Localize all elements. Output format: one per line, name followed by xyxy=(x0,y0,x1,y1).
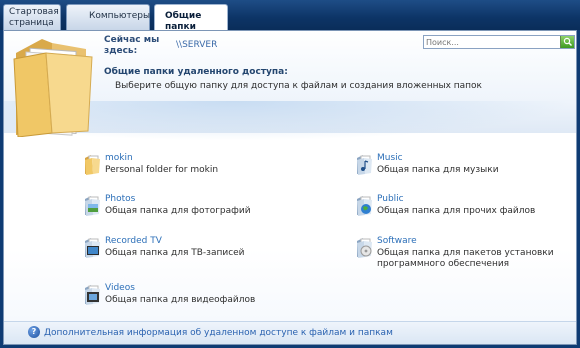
folder-item-software[interactable]: Software Общая папка для пакетов установ… xyxy=(356,236,566,272)
folder-name: Videos xyxy=(105,283,135,293)
folder-description: Общая папка для музыки xyxy=(377,165,499,175)
help-icon[interactable]: ? xyxy=(28,326,40,338)
folder-item-mokin[interactable]: mokin Personal folder for mokin xyxy=(84,153,284,189)
folder-name: Music xyxy=(377,153,403,163)
tv-folder-icon xyxy=(85,238,100,258)
folder-description: Personal folder for mokin xyxy=(105,165,219,175)
search-icon xyxy=(563,37,572,46)
folder-item-public[interactable]: Public Общая папка для прочих файлов xyxy=(356,194,556,230)
folder-name: Public xyxy=(377,194,404,204)
folder-description-line-2: программного обеспечения xyxy=(377,259,510,269)
tab-start-page-label-1: Стартовая xyxy=(9,7,59,17)
page-header: Сейчас мы здесь: \\SERVER Общие папки уд… xyxy=(4,31,576,141)
folder-description: Общая папка для видеофайлов xyxy=(105,295,256,305)
folder-description: Общая папка для фотографий xyxy=(105,206,251,216)
folder-item-music[interactable]: Music Общая папка для музыки xyxy=(356,153,556,189)
location-value[interactable]: \\SERVER xyxy=(176,40,217,50)
top-navigation-bar: Стартовая страница Компьютеры Общие папк… xyxy=(0,0,580,32)
tab-computers[interactable]: Компьютеры xyxy=(66,4,150,30)
section-description: Выберите общую папку для доступа к файла… xyxy=(115,81,482,91)
folder-description: Общая папка для пакетов установки програ… xyxy=(377,248,554,270)
folder-icon xyxy=(85,155,100,175)
search-input[interactable] xyxy=(426,36,556,48)
help-link[interactable]: Дополнительная информация об удаленном д… xyxy=(44,328,393,338)
folder-grid: mokin Personal folder for mokin Music Об… xyxy=(4,141,576,321)
search-button[interactable] xyxy=(560,36,574,48)
folder-item-photos[interactable]: Photos Общая папка для фотографий xyxy=(84,194,284,230)
section-title: Общие папки удаленного доступа: xyxy=(104,67,288,77)
music-folder-icon xyxy=(357,155,372,175)
folder-name: Photos xyxy=(105,194,136,204)
photos-folder-icon xyxy=(85,196,100,216)
large-folder-icon xyxy=(13,39,93,137)
shared-folders-panel: Сейчас мы здесь: \\SERVER Общие папки уд… xyxy=(3,30,577,345)
folder-description: Общая папка для прочих файлов xyxy=(377,206,536,216)
tab-start-page[interactable]: Стартовая страница xyxy=(3,4,61,30)
tab-computers-label: Компьютеры xyxy=(89,11,151,21)
folder-description-line-1: Общая папка для пакетов установки xyxy=(377,248,554,258)
tab-start-page-label-2: страница xyxy=(9,18,54,28)
folder-description: Общая папка для ТВ-записей xyxy=(105,248,245,258)
folder-name: Software xyxy=(377,236,417,246)
tab-shared-folders[interactable]: Общие папки xyxy=(154,4,228,32)
public-folder-icon xyxy=(357,196,372,216)
folder-name: mokin xyxy=(105,153,133,163)
folder-name: Recorded TV xyxy=(105,236,162,246)
folder-item-videos[interactable]: Videos Общая папка для видеофайлов xyxy=(84,283,284,319)
folder-item-recorded-tv[interactable]: Recorded TV Общая папка для ТВ-записей xyxy=(84,236,284,272)
videos-folder-icon xyxy=(85,285,100,305)
location-label: Сейчас мы здесь: xyxy=(104,35,160,56)
search-box xyxy=(423,35,575,49)
software-folder-icon xyxy=(357,238,372,258)
footer-bar: ? Дополнительная информация об удаленном… xyxy=(4,321,576,344)
